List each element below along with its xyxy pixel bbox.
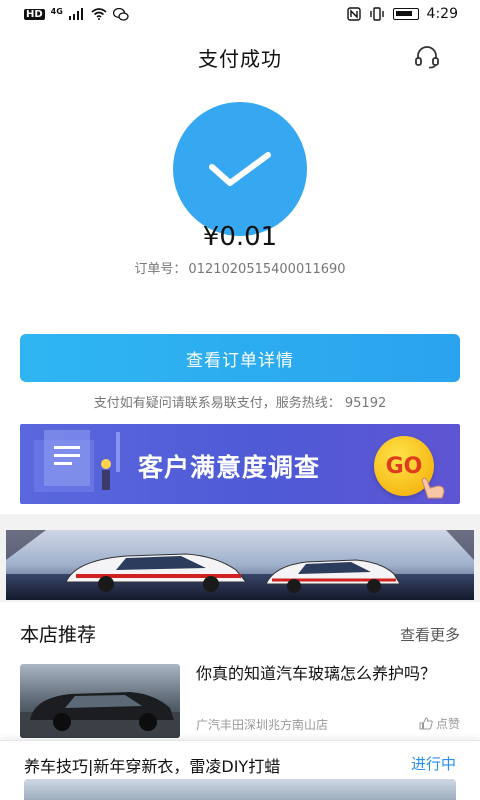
- survey-illustration: [34, 430, 120, 492]
- activity-status: 进行中: [410, 755, 456, 773]
- survey-banner[interactable]: 客户满意度调查 GO: [20, 424, 460, 504]
- rally-car-banner[interactable]: [6, 530, 474, 600]
- order-number-label: 订单号：: [134, 262, 187, 277]
- nfc-icon: [346, 7, 361, 21]
- hand-pointer-icon: [421, 477, 445, 499]
- section-title: 本店推荐: [20, 624, 97, 646]
- wechat-icon: [112, 7, 129, 21]
- status-bar: HD 4G 4:29: [0, 0, 480, 28]
- like-button[interactable]: 点赞: [419, 715, 460, 732]
- view-order-details-button[interactable]: 查看订单详情: [20, 334, 460, 382]
- status-time: 4:29: [426, 6, 458, 22]
- hd-indicator: HD: [24, 8, 45, 20]
- support-hotline-text: 支付如有疑问请联系易联支付，服务热线： 95192: [93, 396, 387, 411]
- wifi-icon: [91, 8, 107, 20]
- signal-icon: [68, 8, 83, 20]
- page-title: 支付成功: [198, 46, 282, 71]
- rally-cars-image: [6, 530, 474, 600]
- article-thumbnail[interactable]: [20, 664, 180, 738]
- activity-title: 养车技巧|新年穿新衣，雷凌DIY打蜡: [24, 757, 281, 776]
- battery-icon: [392, 8, 419, 20]
- status-right: 4:29: [346, 6, 458, 22]
- thumbs-up-icon: [419, 717, 433, 730]
- activity-thumbnail: [24, 779, 456, 800]
- check-icon: [209, 152, 271, 186]
- article-shop-name: 广汽丰田深圳兆方南山店: [196, 718, 329, 732]
- vibrate-icon: [369, 7, 384, 21]
- order-number-value: 0121020515400011690: [188, 262, 346, 277]
- payment-amount: ¥0.01: [202, 222, 278, 252]
- suv-image: [20, 692, 180, 738]
- headset-icon[interactable]: [414, 45, 440, 69]
- header: 支付成功: [0, 28, 480, 86]
- like-label: 点赞: [435, 717, 460, 731]
- status-left: HD 4G: [24, 6, 129, 21]
- article-title[interactable]: 你真的知道汽车玻璃怎么养护吗？: [196, 662, 460, 686]
- success-badge: [173, 102, 307, 236]
- network-indicator: 4G: [50, 6, 63, 16]
- activity-card[interactable]: 养车技巧|新年穿新衣，雷凌DIY打蜡 进行中: [0, 740, 480, 800]
- order-number-line: 订单号： 0121020515400011690: [0, 258, 480, 277]
- view-more-link[interactable]: 查看更多: [400, 624, 460, 645]
- survey-banner-text: 客户满意度调查: [138, 453, 321, 482]
